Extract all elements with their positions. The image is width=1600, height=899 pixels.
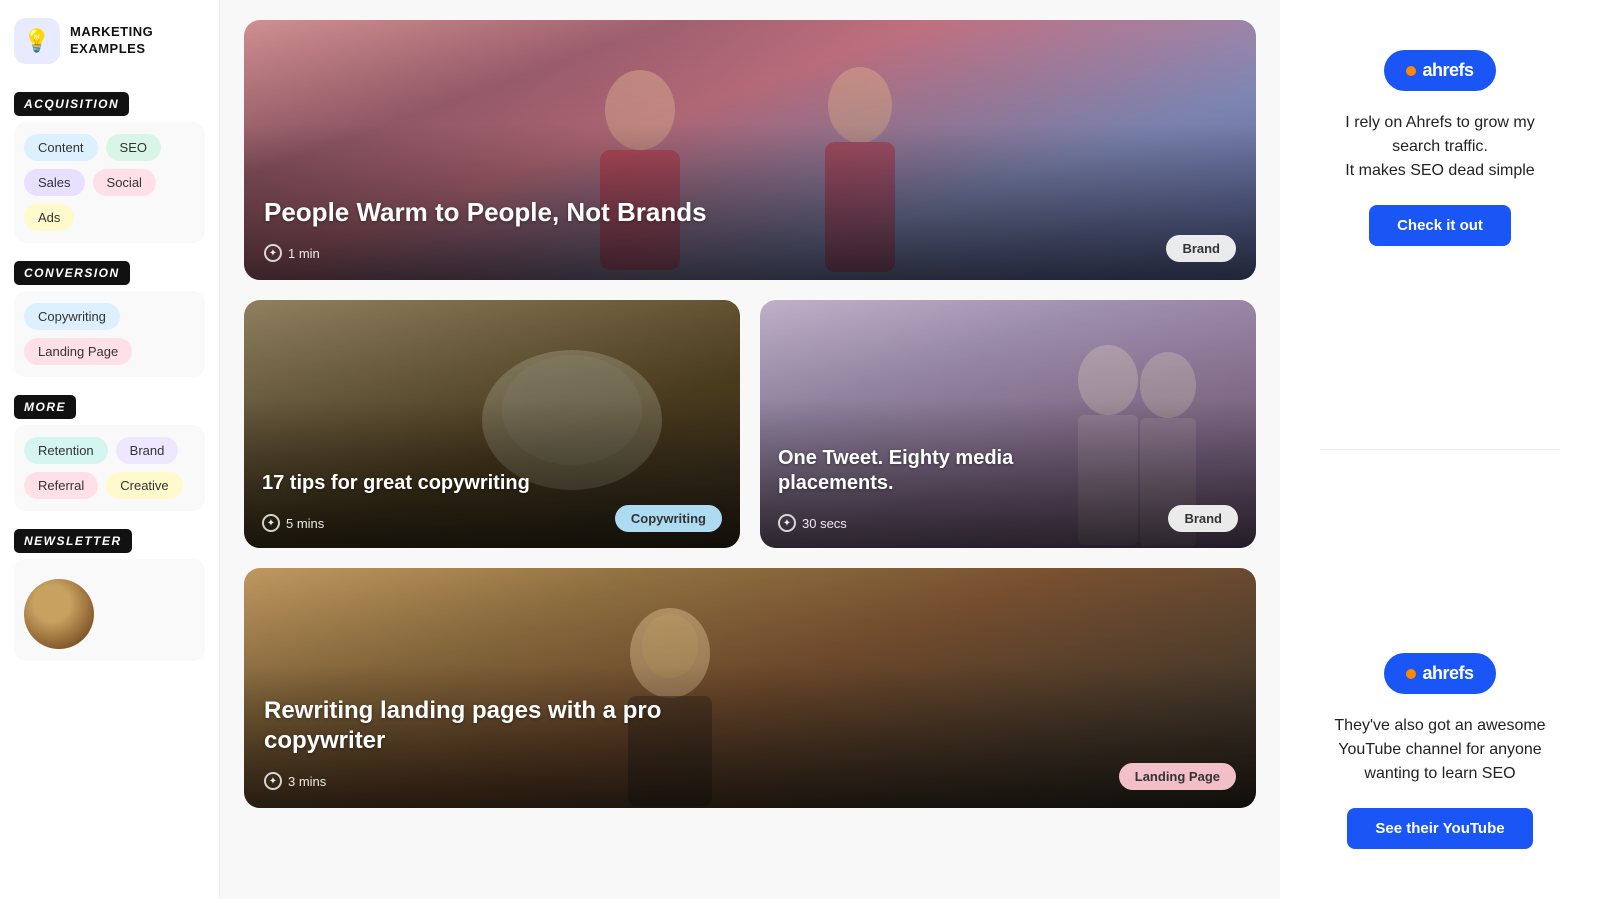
ad-description-1: I rely on Ahrefs to grow my search traff… <box>1320 111 1560 183</box>
card-copywriting[interactable]: ✦ 5 mins 17 tips for great copywriting C… <box>244 300 740 548</box>
tag-brand[interactable]: Brand <box>116 437 179 464</box>
tag-seo[interactable]: SEO <box>106 134 161 161</box>
logo-icon: 💡 <box>14 18 60 64</box>
acquisition-tags: Content SEO Sales Social Ads <box>14 122 205 243</box>
tag-creative[interactable]: Creative <box>106 472 182 499</box>
logo-text: MARKETING EXAMPLES <box>70 24 153 58</box>
ahrefs-logo-2: ahrefs <box>1384 653 1495 694</box>
card-2-time: 5 mins <box>286 516 324 531</box>
card-4-time: 3 mins <box>288 774 326 789</box>
tag-retention[interactable]: Retention <box>24 437 108 464</box>
section-more: MORE Retention Brand Referral Creative <box>14 391 205 515</box>
ahrefs-name-1: ahrefs <box>1422 60 1473 81</box>
time-icon-3: ✦ <box>778 514 796 532</box>
tag-social[interactable]: Social <box>93 169 156 196</box>
tag-landing-page[interactable]: Landing Page <box>24 338 132 365</box>
card-4-title: Rewriting landing pages with a pro copyw… <box>264 696 684 756</box>
time-icon-4: ✦ <box>264 772 282 790</box>
newsletter-avatar <box>24 579 94 649</box>
card-rewriting[interactable]: ✦ 3 mins Rewriting landing pages with a … <box>244 568 1256 808</box>
main-content: ✦ 1 min People Warm to People, Not Brand… <box>220 0 1600 899</box>
card-1-badge[interactable]: Brand <box>1166 235 1236 262</box>
ahrefs-dot-2 <box>1406 669 1416 679</box>
ad-block-2: ahrefs They've also got an awesome YouTu… <box>1300 623 1580 879</box>
card-1-title-center: People Warm to People, Not Brands <box>264 196 707 229</box>
tag-sales[interactable]: Sales <box>24 169 85 196</box>
section-label-more: MORE <box>14 395 76 419</box>
card-1-time: 1 min <box>288 246 320 261</box>
ahrefs-pill-2: ahrefs <box>1384 653 1495 694</box>
card-4-time-area: ✦ 3 mins <box>264 772 326 790</box>
ad-panel: ahrefs I rely on Ahrefs to grow my searc… <box>1280 0 1600 899</box>
time-icon-2: ✦ <box>262 514 280 532</box>
logo-emoji: 💡 <box>23 28 50 54</box>
card-1-time-area: ✦ 1 min <box>264 244 320 262</box>
card-2-title-pos: 17 tips for great copywriting <box>262 471 530 496</box>
card-4-badge[interactable]: Landing Page <box>1119 763 1236 790</box>
conversion-tags: Copywriting Landing Page <box>14 291 205 377</box>
feed: ✦ 1 min People Warm to People, Not Brand… <box>220 0 1280 899</box>
ad-description-2: They've also got an awesome YouTube chan… <box>1320 714 1560 786</box>
logo-area: 💡 MARKETING EXAMPLES <box>14 18 205 64</box>
card-2-badge[interactable]: Copywriting <box>615 505 722 532</box>
card-people-warm[interactable]: ✦ 1 min People Warm to People, Not Brand… <box>244 20 1256 280</box>
ad-block-1: ahrefs I rely on Ahrefs to grow my searc… <box>1300 20 1580 276</box>
card-3-title: One Tweet. Eighty media placements. <box>778 446 1058 496</box>
ahrefs-dot-1 <box>1406 66 1416 76</box>
card-4-title-pos: Rewriting landing pages with a pro copyw… <box>264 696 684 756</box>
card-3-badge[interactable]: Brand <box>1168 505 1238 532</box>
card-1-title: People Warm to People, Not Brands <box>264 196 707 229</box>
ahrefs-logo-1: ahrefs <box>1384 50 1495 91</box>
section-newsletter: NEWSLETTER <box>14 525 205 665</box>
section-label-conversion: CONVERSION <box>14 261 130 285</box>
card-tweet[interactable]: ✦ 30 secs One Tweet. Eighty media placem… <box>760 300 1256 548</box>
ad-divider <box>1320 449 1560 450</box>
ahrefs-name-2: ahrefs <box>1422 663 1473 684</box>
tag-content[interactable]: Content <box>24 134 98 161</box>
tag-ads[interactable]: Ads <box>24 204 74 231</box>
sidebar: 💡 MARKETING EXAMPLES ACQUISITION Content… <box>0 0 220 899</box>
card-2-title: 17 tips for great copywriting <box>262 471 530 496</box>
tag-copywriting[interactable]: Copywriting <box>24 303 120 330</box>
card-3-title-pos: One Tweet. Eighty media placements. <box>778 446 1058 496</box>
section-label-newsletter: NEWSLETTER <box>14 529 132 553</box>
ad-button-2[interactable]: See their YouTube <box>1347 808 1532 849</box>
section-acquisition: ACQUISITION Content SEO Sales Social Ads <box>14 88 205 247</box>
ad-button-1[interactable]: Check it out <box>1369 205 1511 246</box>
tag-referral[interactable]: Referral <box>24 472 98 499</box>
newsletter-tags <box>14 559 205 661</box>
card-row-2: ✦ 5 mins 17 tips for great copywriting C… <box>244 300 1256 548</box>
card-2-time-area: ✦ 5 mins <box>262 514 324 532</box>
more-tags: Retention Brand Referral Creative <box>14 425 205 511</box>
card-3-time: 30 secs <box>802 516 847 531</box>
ahrefs-pill-1: ahrefs <box>1384 50 1495 91</box>
section-label-acquisition: ACQUISITION <box>14 92 129 116</box>
time-icon-1: ✦ <box>264 244 282 262</box>
card-3-time-area: ✦ 30 secs <box>778 514 847 532</box>
section-conversion: CONVERSION Copywriting Landing Page <box>14 257 205 381</box>
